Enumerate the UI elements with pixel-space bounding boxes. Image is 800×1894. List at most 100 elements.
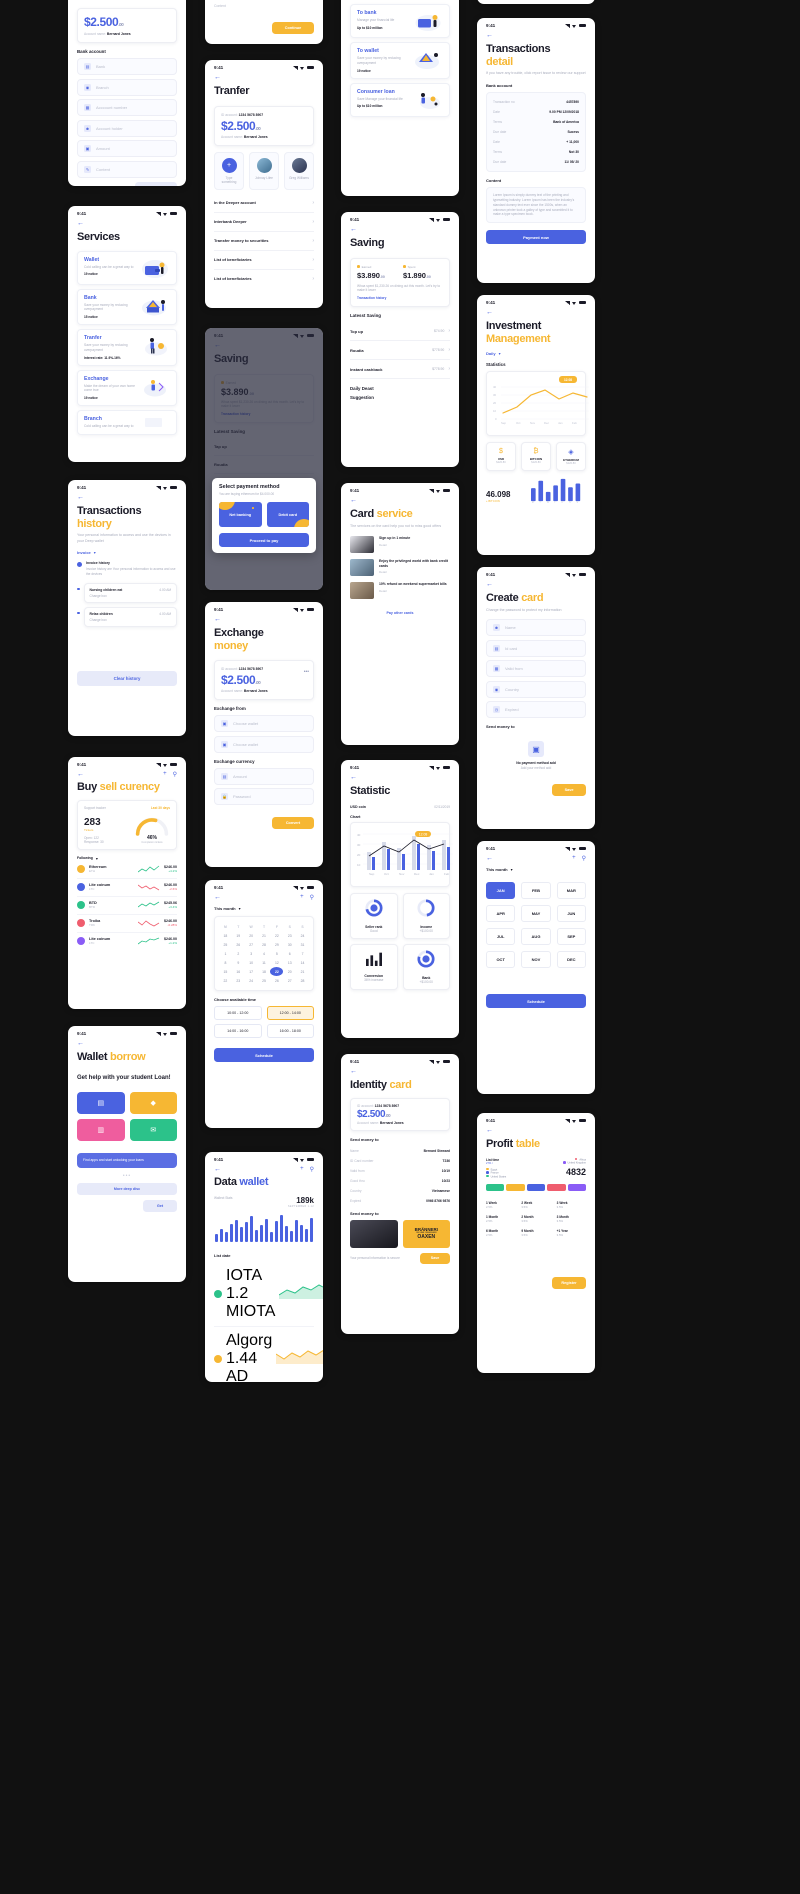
service-exchange[interactable]: Exchange Make the dream of your own home …: [77, 369, 177, 407]
field-amount[interactable]: ▤ Amount: [214, 767, 314, 785]
period-cell[interactable]: 1 Month 2.5%: [486, 1215, 515, 1223]
calendar-day[interactable]: 2: [232, 949, 245, 958]
clear-history-button[interactable]: Clear history: [77, 670, 177, 686]
save-button[interactable]: Save: [552, 784, 586, 797]
calendar-day[interactable]: 1: [219, 949, 232, 958]
add-icon[interactable]: +: [300, 894, 304, 901]
asset-row[interactable]: Algorg1.44 AD +3.10%: [214, 1327, 323, 1382]
tile-bank[interactable]: Bank +$100.00: [402, 943, 450, 990]
calendar-day[interactable]: 6: [283, 949, 296, 958]
service-branch[interactable]: Branch Cold calling can be a great way to: [77, 410, 177, 435]
tile-chart[interactable]: ▥: [77, 1118, 125, 1141]
pin-icon[interactable]: ⚲: [310, 894, 314, 901]
continue-button[interactable]: Continue: [135, 181, 177, 186]
loan-to-bank[interactable]: To bank Manage your financial life Up to $…: [350, 4, 450, 38]
service-wallet[interactable]: Wallet Cold calling can be a great way to…: [77, 250, 177, 285]
month-jun[interactable]: JUN: [556, 905, 586, 922]
tile-card[interactable]: ▤: [77, 1091, 125, 1114]
calendar-day[interactable]: 27: [245, 940, 258, 949]
pin-icon[interactable]: ⚲: [173, 771, 177, 778]
calendar-day[interactable]: 7: [296, 949, 309, 958]
calendar-day[interactable]: 12: [270, 958, 283, 967]
field-account-holder[interactable]: ☻ Account holder: [77, 119, 177, 137]
month-selector[interactable]: This month ▾: [214, 906, 314, 911]
back-icon[interactable]: ←: [477, 1125, 595, 1134]
calendar-day[interactable]: 8: [219, 958, 232, 967]
back-icon[interactable]: ←: [477, 307, 595, 316]
id-photo[interactable]: [350, 1219, 398, 1248]
back-icon[interactable]: ←: [486, 855, 493, 862]
tile-tag[interactable]: ◆: [129, 1091, 177, 1114]
field-branch[interactable]: ◉ Branch: [77, 78, 177, 96]
pay-other-cards-link[interactable]: Pay other cards: [350, 611, 450, 615]
calendar-day[interactable]: 26: [232, 940, 245, 949]
coin-row[interactable]: BTD BTD $245.06 +3.4%: [77, 897, 177, 915]
asset-row[interactable]: IOTA1.2 MIOTA +1.50%: [214, 1262, 323, 1327]
field-amount[interactable]: ▣ Amount: [77, 140, 177, 157]
back-icon[interactable]: ←: [477, 30, 595, 39]
calendar-day[interactable]: 20: [245, 931, 258, 940]
month-sep[interactable]: SEP: [556, 928, 586, 945]
coin-tile-usd[interactable]: $ USD $120.80: [486, 442, 516, 472]
period-cell[interactable]: 1 Week 2.5%: [486, 1201, 515, 1209]
back-icon[interactable]: ←: [477, 579, 595, 588]
calendar-day[interactable]: 24: [296, 931, 309, 940]
back-icon[interactable]: ←: [341, 224, 459, 233]
calendar-day[interactable]: 27: [283, 976, 296, 985]
calendar-day[interactable]: 17: [245, 967, 258, 976]
time-slot[interactable]: 16:00 - 18:00: [266, 1024, 314, 1038]
field-valid-from[interactable]: ▦ Valid from: [486, 660, 586, 678]
contact-item[interactable]: Greg Williams: [284, 151, 314, 190]
coin-row[interactable]: Lite coinum LTC $246.00 -2.6%: [77, 879, 177, 897]
calendar-day[interactable]: 21: [296, 967, 309, 976]
calendar-day[interactable]: 20: [283, 967, 296, 976]
calendar-day[interactable]: 25: [219, 940, 232, 949]
calendar-day[interactable]: 18: [219, 931, 232, 940]
more-icon[interactable]: •••: [304, 669, 309, 675]
more-deep-disc-button[interactable]: More deep disc: [77, 1182, 177, 1195]
tile-seller-rank[interactable]: Seller rank Good: [350, 892, 398, 939]
period-tab[interactable]: Daily ▾: [486, 351, 586, 356]
payment-now-button[interactable]: Payment now: [486, 230, 586, 245]
pin-icon[interactable]: ⚲: [582, 855, 586, 862]
calendar-day[interactable]: 23: [232, 976, 245, 985]
period-cell[interactable]: 2 Month 3.5%: [521, 1215, 550, 1223]
pin-icon[interactable]: ⚲: [310, 1166, 314, 1173]
calendar-day[interactable]: 28: [258, 940, 271, 949]
history-item[interactable]: Relax children 4.00 AM Change box: [77, 606, 177, 627]
calendar-day[interactable]: 29: [270, 940, 283, 949]
menu-item[interactable]: List of beneficiaries ›: [214, 251, 314, 270]
save-button[interactable]: Save: [420, 1252, 450, 1264]
month-apr[interactable]: APR: [486, 905, 516, 922]
field-password[interactable]: 🔒 Password: [214, 788, 314, 806]
back-icon[interactable]: ←: [214, 1166, 221, 1173]
period-cell[interactable]: 9 Month 3.5%: [521, 1229, 550, 1237]
saving-row[interactable]: Top up $74.90 ›: [350, 322, 450, 342]
loan-banner[interactable]: Find apps and start unlocking your loans: [77, 1152, 177, 1168]
back-icon[interactable]: ←: [341, 1066, 459, 1075]
time-slot[interactable]: 14:00 - 16:00: [214, 1024, 262, 1038]
field-id-card[interactable]: ▤ Id card: [486, 639, 586, 657]
coin-row[interactable]: Ethereum ETH $246.00 +4.2%: [77, 861, 177, 879]
back-icon[interactable]: ←: [77, 771, 84, 778]
field-country[interactable]: ◉ Country: [486, 680, 586, 698]
calendar-day[interactable]: 19: [232, 931, 245, 940]
add-icon[interactable]: +: [163, 771, 167, 778]
menu-item[interactable]: Transfer money to securities ›: [214, 232, 314, 251]
calendar-day[interactable]: 18: [258, 967, 271, 976]
field-expired[interactable]: ◷ Expired: [486, 701, 586, 719]
calendar-day[interactable]: 16: [232, 967, 245, 976]
menu-item[interactable]: List of beneficiaries ›: [214, 270, 314, 288]
calendar-day[interactable]: 3: [245, 949, 258, 958]
invoice-filter[interactable]: Invoice ▾: [77, 550, 177, 555]
month-oct[interactable]: OCT: [486, 951, 516, 968]
calendar-day[interactable]: 11: [258, 958, 271, 967]
period-cell[interactable]: 3 Week 3.5%: [557, 1201, 586, 1209]
field-choose-wallet-2[interactable]: ▣ Choose wallet: [214, 735, 314, 753]
month-selector[interactable]: This month ▾: [486, 867, 586, 872]
period-cell[interactable]: 2 Week 3.5%: [521, 1201, 550, 1209]
month-may[interactable]: MAY: [521, 905, 551, 922]
service-item[interactable]: Enjoy the privileged world with bank cre…: [350, 559, 450, 577]
coin-tile-etherium[interactable]: ◈ ETHERIUM $120.80: [556, 442, 586, 472]
continue-button[interactable]: Continue: [272, 22, 314, 34]
